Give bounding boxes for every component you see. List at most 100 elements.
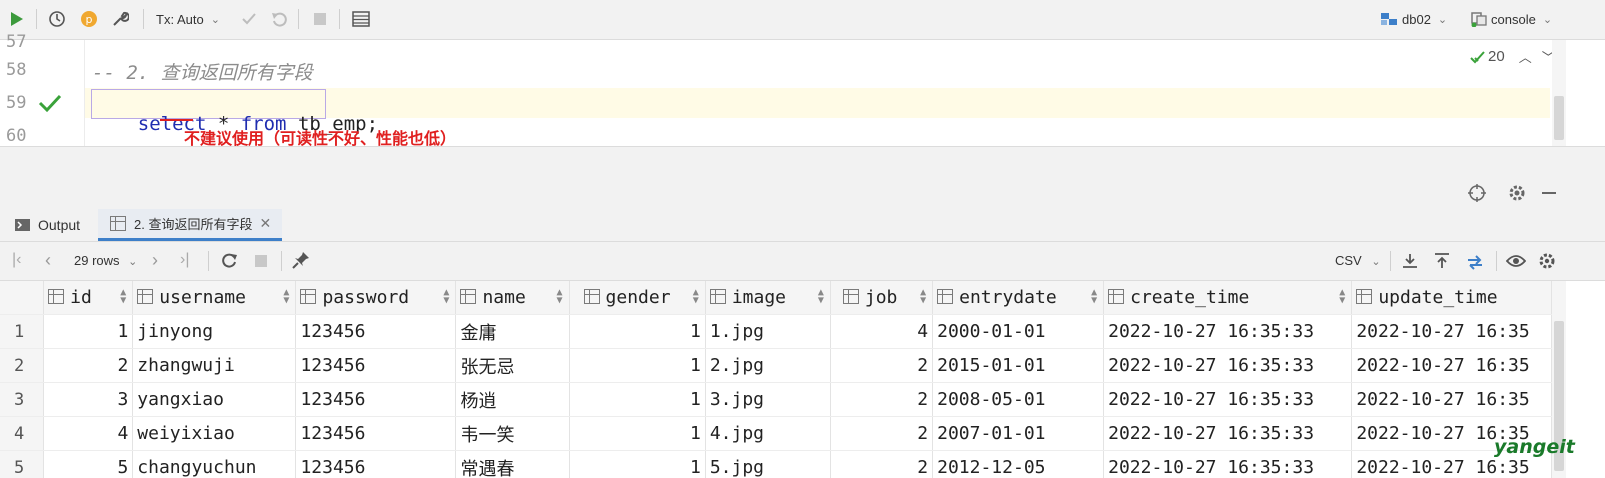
cell-create-time[interactable]: 2022-10-27 16:35:33: [1103, 348, 1353, 383]
pin-icon[interactable]: [292, 251, 310, 269]
cell-id[interactable]: 3: [43, 382, 134, 417]
sort-icon[interactable]: ▲ ▼: [920, 288, 926, 306]
column-header-job[interactable]: job ▲ ▼: [830, 281, 934, 315]
cell-create-time[interactable]: 2022-10-27 16:35:33: [1103, 450, 1353, 478]
cell-id[interactable]: 1: [43, 314, 134, 349]
cell-id[interactable]: 5: [43, 450, 134, 478]
editor-scrollbar[interactable]: [1552, 40, 1566, 146]
rows-dropdown[interactable]: 29 rows ⌄: [74, 253, 137, 268]
cell-gender[interactable]: 1: [569, 416, 706, 451]
cell-entrydate[interactable]: 2007-01-01: [932, 416, 1105, 451]
cell-username[interactable]: yangxiao: [132, 382, 297, 417]
cell-update-time[interactable]: 2022-10-27 16:35: [1351, 382, 1552, 417]
next-page-icon[interactable]: ›: [152, 250, 158, 271]
cell-id[interactable]: 2: [43, 348, 134, 383]
cell-name[interactable]: 张无忌: [455, 348, 570, 383]
cell-image[interactable]: 1.jpg: [705, 314, 831, 349]
settings-wrench-button[interactable]: [108, 8, 132, 30]
cell-password[interactable]: 123456: [295, 314, 457, 349]
cell-gender[interactable]: 1: [569, 450, 706, 478]
cell-username[interactable]: changyuchun: [132, 450, 297, 478]
gear-icon[interactable]: [1538, 252, 1556, 270]
sort-icon[interactable]: ▲ ▼: [120, 288, 126, 306]
chevron-up-icon[interactable]: ︿: [1519, 47, 1532, 66]
cell-username[interactable]: jinyong: [132, 314, 297, 349]
tab-query-result[interactable]: 2. 查询返回所有字段 ✕: [98, 209, 282, 241]
table-row[interactable]: 4 4 weiyixiao 123456 韦一笑 1 4.jpg 2 2007-01-01 202…: [0, 416, 1552, 451]
cell-password[interactable]: 123456: [295, 382, 457, 417]
cell-gender[interactable]: 1: [569, 314, 706, 349]
column-header-update-time[interactable]: update_time: [1351, 281, 1552, 315]
cell-image[interactable]: 5.jpg: [705, 450, 831, 478]
cell-gender[interactable]: 1: [569, 348, 706, 383]
profile-button[interactable]: p: [78, 8, 100, 30]
column-header-image[interactable]: image ▲ ▼: [705, 281, 831, 315]
cell-entrydate[interactable]: 2000-01-01: [932, 314, 1105, 349]
stop-button[interactable]: [309, 8, 331, 30]
cell-update-time[interactable]: 2022-10-27 16:35: [1351, 348, 1552, 383]
tab-output[interactable]: Output: [14, 209, 80, 241]
table-row[interactable]: 2 2 zhangwuji 123456 张无忌 1 2.jpg 2 2015-01-01 202…: [0, 348, 1552, 383]
cell-username[interactable]: zhangwuji: [132, 348, 297, 383]
tx-mode-dropdown[interactable]: Tx: Auto ⌄: [156, 8, 226, 30]
column-header-id[interactable]: id ▲ ▼: [43, 281, 134, 315]
sort-icon[interactable]: ▲ ▼: [818, 288, 824, 306]
column-header-name[interactable]: name ▲ ▼: [455, 281, 570, 315]
sort-icon[interactable]: ▲ ▼: [1339, 288, 1345, 306]
cell-job[interactable]: 2: [830, 450, 934, 478]
cell-name[interactable]: 杨逍: [455, 382, 570, 417]
cell-entrydate[interactable]: 2008-05-01: [932, 382, 1105, 417]
cell-job[interactable]: 2: [830, 416, 934, 451]
cell-password[interactable]: 123456: [295, 348, 457, 383]
cell-image[interactable]: 3.jpg: [705, 382, 831, 417]
cell-entrydate[interactable]: 2012-12-05: [932, 450, 1105, 478]
cell-name[interactable]: 金庸: [455, 314, 570, 349]
cell-update-time[interactable]: 2022-10-27 16:35: [1351, 314, 1552, 349]
row-number[interactable]: 2: [0, 348, 45, 383]
sort-icon[interactable]: ▲ ▼: [1091, 288, 1097, 306]
cell-job[interactable]: 2: [830, 382, 934, 417]
close-icon[interactable]: ✕: [259, 215, 271, 232]
history-button[interactable]: [46, 8, 68, 30]
sort-icon[interactable]: ▲ ▼: [557, 288, 563, 306]
cell-gender[interactable]: 1: [569, 382, 706, 417]
first-page-icon[interactable]: |‹: [12, 251, 21, 269]
download-icon[interactable]: [1401, 252, 1419, 270]
refresh-icon[interactable]: [220, 252, 238, 270]
column-header-username[interactable]: username ▲ ▼: [132, 281, 297, 315]
cell-id[interactable]: 4: [43, 416, 134, 451]
table-row[interactable]: 3 3 yangxiao 123456 杨逍 1 3.jpg 2 2008-05-01 2022-…: [0, 382, 1552, 417]
execute-button[interactable]: [6, 8, 28, 30]
target-icon[interactable]: [1467, 183, 1487, 203]
eye-icon[interactable]: [1506, 253, 1526, 269]
commit-button[interactable]: [238, 8, 260, 30]
cell-create-time[interactable]: 2022-10-27 16:35:33: [1103, 416, 1353, 451]
sort-icon[interactable]: ▲ ▼: [693, 288, 699, 306]
cell-create-time[interactable]: 2022-10-27 16:35:33: [1103, 382, 1353, 417]
prev-page-icon[interactable]: ‹: [45, 250, 51, 271]
cell-entrydate[interactable]: 2015-01-01: [932, 348, 1105, 383]
column-header-entrydate[interactable]: entrydate ▲ ▼: [932, 281, 1105, 315]
column-header-create-time[interactable]: create_time ▲ ▼: [1103, 281, 1353, 315]
cancel-query-icon[interactable]: [254, 254, 268, 268]
minimize-icon[interactable]: [1542, 192, 1556, 194]
cell-job[interactable]: 2: [830, 348, 934, 383]
cell-create-time[interactable]: 2022-10-27 16:35:33: [1103, 314, 1353, 349]
table-view-button[interactable]: [349, 8, 373, 30]
datasource-dropdown[interactable]: db02 ⌄: [1380, 8, 1452, 30]
row-number[interactable]: 3: [0, 382, 45, 417]
cell-username[interactable]: weiyixiao: [132, 416, 297, 451]
column-header-password[interactable]: password ▲ ▼: [295, 281, 457, 315]
cell-image[interactable]: 4.jpg: [705, 416, 831, 451]
row-number[interactable]: 5: [0, 450, 45, 478]
sql-editor[interactable]: 57 58 59 60 -- 2. 查询返回所有字段 select * from…: [0, 32, 1605, 148]
row-number[interactable]: 4: [0, 416, 45, 451]
row-number[interactable]: 1: [0, 314, 45, 349]
cell-name[interactable]: 韦一笑: [455, 416, 570, 451]
last-page-icon[interactable]: ›|: [180, 251, 189, 269]
cell-password[interactable]: 123456: [295, 416, 457, 451]
upload-icon[interactable]: [1433, 252, 1451, 270]
cell-name[interactable]: 常遇春: [455, 450, 570, 478]
session-dropdown[interactable]: console ⌄: [1470, 8, 1565, 30]
rollback-button[interactable]: [268, 8, 290, 30]
